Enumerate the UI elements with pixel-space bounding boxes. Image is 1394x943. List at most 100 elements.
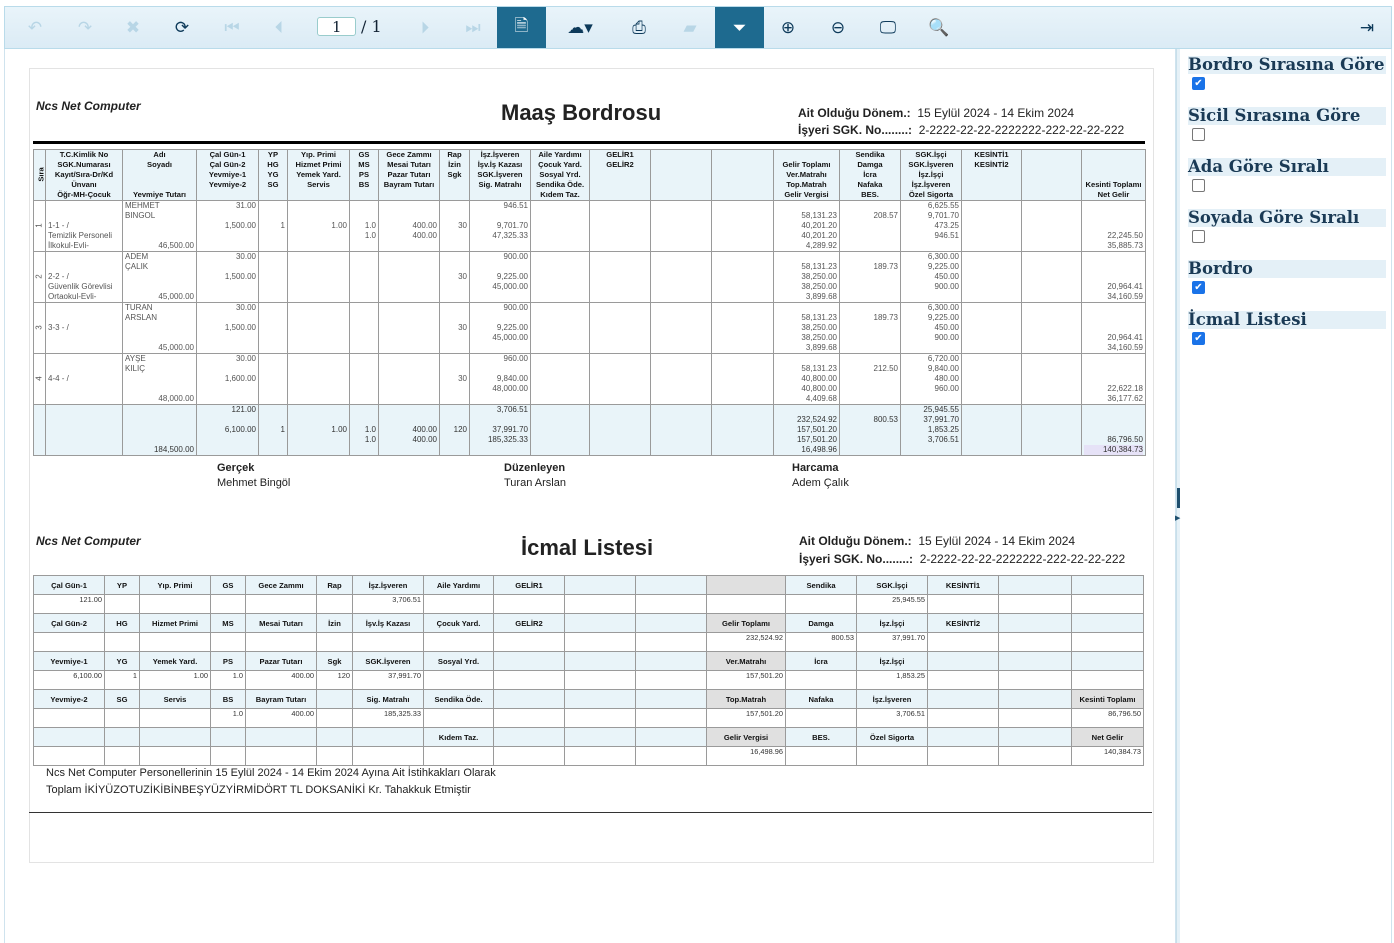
prev-page-button[interactable]: ⏴ bbox=[259, 7, 299, 48]
zoom-out-button[interactable]: ⊖ bbox=[818, 7, 858, 48]
sgk-row: İşyeri SGK. No........: 2-2222-22-22-222… bbox=[798, 123, 1124, 137]
undo-button[interactable]: ↶ bbox=[15, 7, 55, 48]
fullscreen-button[interactable]: 🖵 bbox=[868, 7, 908, 48]
cell-line bbox=[381, 211, 437, 221]
cell-line: 45,000.00 bbox=[492, 333, 528, 342]
cell-line: 3,899.68 bbox=[805, 292, 837, 301]
table-cell: MEHMET BINGOL 46,500.00 bbox=[122, 200, 197, 252]
cell-line: 9,225.00 bbox=[927, 313, 959, 322]
redo-button[interactable]: ↷ bbox=[65, 7, 105, 48]
close-button[interactable]: ✖ bbox=[113, 7, 153, 48]
cell-line: 1.0 bbox=[364, 231, 376, 240]
table-cell: 30 bbox=[439, 302, 470, 354]
option-checkbox[interactable]: ✔ bbox=[1192, 281, 1205, 294]
cell-line bbox=[352, 190, 376, 200]
icmal-label bbox=[998, 613, 1072, 633]
cell-line bbox=[964, 221, 1019, 231]
cell-line bbox=[261, 241, 285, 251]
zoom-in-button[interactable]: ⊕ bbox=[768, 7, 808, 48]
cell-line bbox=[964, 170, 1019, 180]
period-value: 15 Eylül 2024 - 14 Ekim 2024 bbox=[917, 106, 1075, 120]
cell-line: 35,885.73 bbox=[1107, 241, 1143, 250]
header-cell: İşz.İşveren İşv.İş Kazası SGK.İşveren Sig. … bbox=[469, 149, 531, 201]
cell-line bbox=[1084, 170, 1143, 180]
table-cell bbox=[378, 251, 440, 303]
icmal-label: Mesai Tutarı bbox=[245, 613, 317, 633]
icmal-label: Sendika Öde. bbox=[423, 689, 494, 709]
search-button[interactable]: 🔍 bbox=[919, 7, 959, 48]
table-cell: 22,245.50 35,885.73 bbox=[1081, 200, 1146, 252]
icmal-label bbox=[635, 727, 707, 747]
cell-line bbox=[964, 241, 1019, 251]
option-checkbox[interactable]: ✔ bbox=[1192, 77, 1205, 90]
cell-line bbox=[48, 406, 120, 416]
icmal-value bbox=[423, 594, 494, 614]
cell-line: İşz.İşçi bbox=[918, 170, 944, 179]
cell-line: 58,131.23 bbox=[801, 364, 837, 373]
cell-line bbox=[714, 253, 771, 263]
print-icon: ⎙ bbox=[632, 17, 646, 37]
cell-line bbox=[381, 292, 437, 302]
icmal-label: PS bbox=[210, 651, 246, 671]
cell-line: 45,000.00 bbox=[492, 282, 528, 291]
filter-button[interactable]: ⏷ bbox=[715, 7, 764, 48]
cell-line bbox=[964, 323, 1019, 333]
next-page-button[interactable]: ⏵ bbox=[405, 7, 445, 48]
cell-line: Ver.Matrahı bbox=[786, 170, 827, 179]
cell-line: Güvenlik Görevlisi bbox=[48, 282, 113, 291]
cell-line bbox=[290, 343, 347, 353]
option-checkbox[interactable] bbox=[1192, 230, 1205, 243]
print-button[interactable]: ⎙ bbox=[619, 7, 659, 48]
cell-line bbox=[381, 272, 437, 282]
export-button[interactable]: ☁▾ bbox=[560, 7, 600, 48]
collapse-arrow-icon[interactable]: ▶ bbox=[1175, 514, 1180, 522]
first-page-button[interactable]: ⏮ bbox=[212, 7, 252, 48]
icmal-value bbox=[316, 594, 353, 614]
cell-line bbox=[352, 241, 376, 251]
cell-line: Çal Gün-1 bbox=[209, 150, 246, 160]
cell-line: 38,250.00 bbox=[801, 333, 837, 342]
icmal-label bbox=[210, 727, 246, 747]
table-cell: 6,625.55 9,701.70 473.25 946.51 bbox=[900, 200, 962, 252]
cell-line: 9,701.70 bbox=[496, 221, 528, 230]
payroll-table: Sıra T.C.Kimlik No SGK.Numarası Kayıt/Sıra-… bbox=[33, 149, 1146, 456]
icmal-label bbox=[998, 651, 1072, 671]
icmal-label bbox=[316, 689, 353, 709]
page-number-input[interactable] bbox=[317, 17, 356, 36]
book-button[interactable]: ▰ bbox=[670, 7, 710, 48]
last-page-button[interactable]: ⏭ bbox=[453, 7, 493, 48]
cell-line: 38,250.00 bbox=[801, 272, 837, 281]
cell-line bbox=[1024, 221, 1079, 231]
cell-line bbox=[533, 253, 587, 263]
cell-line bbox=[592, 333, 648, 343]
refresh-button[interactable]: ⟳ bbox=[162, 7, 202, 48]
options-panel: Bordro Sırasına Göre ✔ Sicil Sırasına Göre… bbox=[1182, 49, 1392, 943]
cell-line bbox=[1024, 282, 1079, 292]
icmal-label bbox=[998, 727, 1072, 747]
option-checkbox[interactable]: ✔ bbox=[1192, 332, 1205, 345]
cell-line bbox=[903, 241, 959, 251]
icmal-label: Sgk bbox=[316, 651, 353, 671]
icmal-label: YG bbox=[104, 651, 140, 671]
option-checkbox[interactable] bbox=[1192, 128, 1205, 141]
icmal-label: Çal Gün-2 bbox=[33, 613, 105, 633]
exit-button[interactable]: ⇥ bbox=[1347, 7, 1387, 48]
cell-line bbox=[290, 384, 347, 394]
cell-line: 6,300.00 bbox=[927, 303, 959, 313]
icmal-value bbox=[423, 746, 494, 766]
cell-line: 1.0 bbox=[364, 221, 376, 230]
cell-line bbox=[903, 343, 959, 353]
cell-line bbox=[381, 241, 437, 251]
option-checkbox[interactable] bbox=[1192, 179, 1205, 192]
cell-line bbox=[653, 253, 709, 263]
cell-line: 900.00 bbox=[503, 252, 528, 262]
cell-line: 4-4 - / bbox=[48, 374, 69, 383]
cell-line bbox=[842, 253, 898, 263]
icmal-value: 157,501.20 bbox=[706, 670, 786, 690]
cell-line bbox=[714, 151, 771, 161]
cell-line bbox=[381, 415, 437, 425]
splitter-handle[interactable] bbox=[1177, 488, 1180, 508]
cell-line: SGK.İşçi bbox=[915, 150, 947, 160]
document-button[interactable]: 🗎 bbox=[497, 7, 546, 48]
icmal-value: 37,991.70 bbox=[352, 670, 424, 690]
